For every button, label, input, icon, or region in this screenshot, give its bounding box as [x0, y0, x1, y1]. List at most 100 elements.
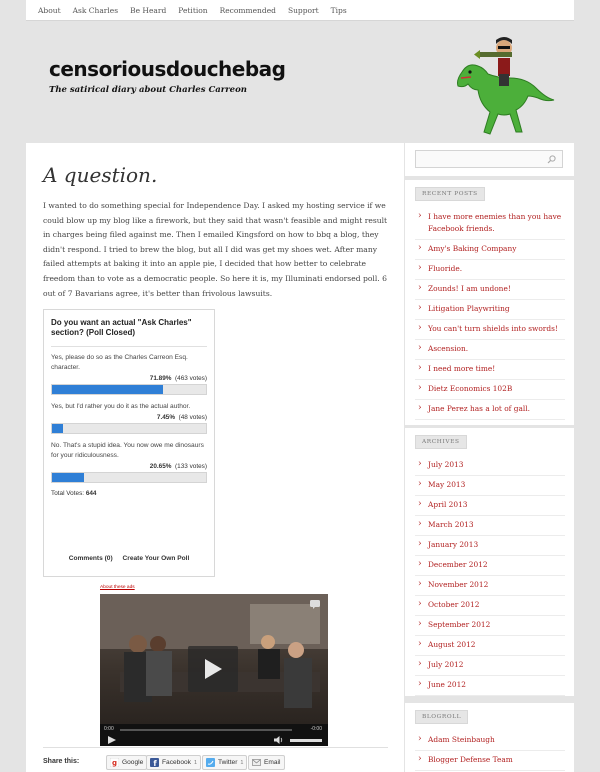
- share-email-label: Email: [264, 759, 281, 766]
- poll-bar-fill: [52, 385, 163, 394]
- about-ads-link[interactable]: About these ads: [100, 585, 135, 590]
- poll-total: Total Votes: 644: [51, 490, 207, 497]
- recent-post-link[interactable]: Jane Perez has a lot of gall.: [415, 400, 565, 420]
- share-divider: [43, 747, 388, 748]
- archive-link[interactable]: December 2012: [415, 556, 565, 576]
- archive-link[interactable]: March 2013: [415, 516, 565, 536]
- poll-bar-fill: [52, 473, 84, 482]
- recent-post-link[interactable]: Amy's Baking Company: [415, 240, 565, 260]
- recent-posts-widget: RECENT POSTS I have more enemies than yo…: [405, 180, 574, 425]
- top-nav: About Ask Charles Be Heard Petition Reco…: [26, 0, 574, 21]
- poll-answer-text: Yes, please do so as the Charles Carreon…: [51, 354, 188, 371]
- poll-answer-percent: 7.45%: [156, 414, 176, 421]
- share-label: Share this:: [43, 758, 80, 765]
- facebook-icon: f: [150, 758, 159, 767]
- recent-post-link[interactable]: You can't turn shields into swords!: [415, 320, 565, 340]
- share-facebook-count: 1: [193, 759, 198, 766]
- video-elapsed-time: 0:00: [104, 726, 114, 732]
- archive-link[interactable]: January 2013: [415, 536, 565, 556]
- nav-ask-charles[interactable]: Ask Charles: [67, 6, 125, 15]
- share-facebook-label: Facebook: [162, 759, 191, 766]
- main-content: A question. I wanted to do something spe…: [26, 143, 404, 772]
- blogroll-widget: BLOGROLL Adam Steinbaugh Blogger Defense…: [405, 703, 574, 772]
- poll-links: Comments (0) Create Your Own Poll: [44, 555, 214, 562]
- archive-link[interactable]: May 2013: [415, 476, 565, 496]
- volume-icon[interactable]: [274, 736, 283, 744]
- blogroll-list: Adam Steinbaugh Blogger Defense Team: [415, 731, 565, 771]
- nav-about[interactable]: About: [32, 6, 67, 15]
- poll-question: Do you want an actual "Ask Charles" sect…: [51, 318, 192, 337]
- blogroll-link[interactable]: Blogger Defense Team: [415, 751, 565, 771]
- search-icon[interactable]: [547, 155, 556, 164]
- recent-post-link[interactable]: I have more enemies than you have Facebo…: [415, 208, 565, 240]
- archives-widget: ARCHIVES July 2013 May 2013 April 2013 M…: [405, 428, 574, 696]
- post-body: I wanted to do something special for Ind…: [43, 201, 388, 298]
- archive-link[interactable]: June 2012: [415, 676, 565, 696]
- archive-link[interactable]: October 2012: [415, 596, 565, 616]
- nav-recommended[interactable]: Recommended: [214, 6, 282, 15]
- poll-create-link[interactable]: Create Your Own Poll: [123, 555, 190, 562]
- blogroll-title: BLOGROLL: [415, 710, 469, 724]
- poll-bar-fill: [52, 424, 64, 433]
- archive-link[interactable]: August 2012: [415, 636, 565, 656]
- poll-answer-votes: (133 votes): [175, 463, 207, 470]
- share-google-label: Google: [122, 759, 144, 766]
- nav-petition[interactable]: Petition: [172, 6, 213, 15]
- twitter-icon: [206, 758, 215, 767]
- blogroll-link[interactable]: Adam Steinbaugh: [415, 731, 565, 751]
- poll-answer-text: No. That's a stupid idea. You now owe me…: [51, 442, 204, 459]
- recent-posts-title: RECENT POSTS: [415, 187, 485, 201]
- poll-answer-stats: 7.45% (48 votes): [51, 414, 207, 421]
- nav-tips[interactable]: Tips: [325, 6, 353, 15]
- volume-slider[interactable]: [290, 739, 322, 742]
- recent-post-link[interactable]: Litigation Playwriting: [415, 300, 565, 320]
- poll-answer-stats: 20.65% (133 votes): [51, 463, 207, 470]
- poll-answer-bar: [51, 472, 207, 483]
- recent-post-link[interactable]: Dietz Economics 102B: [415, 380, 565, 400]
- play-small-icon[interactable]: [108, 736, 116, 744]
- site-title[interactable]: censoriousdouchebag: [49, 57, 286, 81]
- archive-link[interactable]: April 2013: [415, 496, 565, 516]
- share-facebook-button[interactable]: f Facebook 1: [146, 755, 202, 770]
- poll-answer-percent: 20.65%: [149, 463, 172, 470]
- poll-answer-votes: (48 votes): [178, 414, 207, 421]
- poll-answer-bar: [51, 384, 207, 395]
- archive-link[interactable]: July 2012: [415, 656, 565, 676]
- share-email-button[interactable]: Email: [248, 755, 285, 770]
- dinosaur-mascot-icon: [457, 37, 555, 135]
- post-title[interactable]: A question.: [43, 163, 157, 187]
- archives-title: ARCHIVES: [415, 435, 467, 449]
- video-progress-track[interactable]: [120, 729, 292, 731]
- poll-total-label: Total Votes:: [51, 490, 85, 497]
- search-input[interactable]: [415, 150, 563, 168]
- share-twitter-count: 1: [240, 759, 244, 766]
- archive-link[interactable]: July 2013: [415, 456, 565, 476]
- nav-be-heard[interactable]: Be Heard: [124, 6, 172, 15]
- share-twitter-button[interactable]: Twitter 1: [202, 755, 248, 770]
- recent-post-link[interactable]: I need more time!: [415, 360, 565, 380]
- poll-answer: Yes, but I'd rather you do it as the act…: [51, 402, 207, 434]
- poll-comments-link[interactable]: Comments (0): [69, 555, 113, 562]
- recent-post-link[interactable]: Ascension.: [415, 340, 565, 360]
- poll-answer-votes: (463 votes): [175, 375, 207, 382]
- video-player[interactable]: 0:00 -0:00: [100, 594, 328, 746]
- recent-post-link[interactable]: Zounds! I am undone!: [415, 280, 565, 300]
- recent-post-link[interactable]: Fluoride.: [415, 260, 565, 280]
- poll-divider: [51, 346, 207, 347]
- archive-link[interactable]: September 2012: [415, 616, 565, 636]
- google-icon: g: [110, 758, 119, 767]
- play-button[interactable]: [188, 646, 238, 692]
- poll-answer-text: Yes, but I'd rather you do it as the act…: [51, 403, 191, 410]
- share-google-button[interactable]: g Google: [106, 755, 148, 770]
- archive-link[interactable]: November 2012: [415, 576, 565, 596]
- play-icon: [205, 659, 222, 679]
- email-icon: [252, 759, 261, 766]
- poll-answer: Yes, please do so as the Charles Carreon…: [51, 353, 207, 395]
- speech-bubble-icon[interactable]: [310, 600, 320, 609]
- svg-text:g: g: [112, 759, 117, 767]
- poll-answer: No. That's a stupid idea. You now owe me…: [51, 441, 207, 483]
- share-twitter-label: Twitter: [218, 759, 238, 766]
- poll-answer-bar: [51, 423, 207, 434]
- nav-support[interactable]: Support: [282, 6, 325, 15]
- search-widget: [405, 143, 574, 176]
